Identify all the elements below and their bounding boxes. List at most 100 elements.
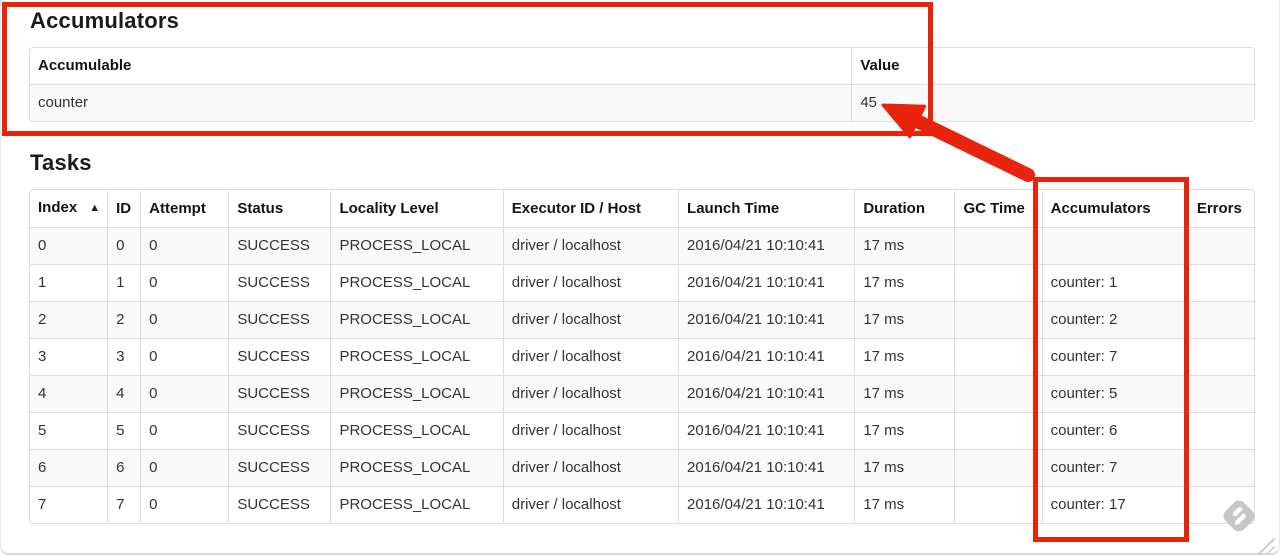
page-content: Accumulators Accumulable Value counter 4… xyxy=(29,0,1255,524)
id-cell: 4 xyxy=(107,375,141,412)
gc-time-cell xyxy=(954,228,1042,264)
accumulable-column-header[interactable]: Accumulable xyxy=(30,48,852,85)
task-row: 5 5 0 SUCCESS PROCESS_LOCAL driver / loc… xyxy=(30,412,1254,449)
status-column-header[interactable]: Status xyxy=(228,190,331,228)
executor-cell: driver / localhost xyxy=(502,228,679,264)
duration-cell: 17 ms xyxy=(854,264,955,301)
errors-cell xyxy=(1187,264,1254,301)
task-row: 1 1 0 SUCCESS PROCESS_LOCAL driver / loc… xyxy=(30,264,1254,301)
status-cell: SUCCESS xyxy=(228,412,331,449)
task-row: 7 7 0 SUCCESS PROCESS_LOCAL driver / loc… xyxy=(30,486,1254,523)
gc-time-cell xyxy=(954,486,1042,523)
launch-time-cell: 2016/04/21 10:10:41 xyxy=(678,338,855,375)
task-row: 2 2 0 SUCCESS PROCESS_LOCAL driver / loc… xyxy=(30,301,1254,338)
locality-cell: PROCESS_LOCAL xyxy=(330,264,503,301)
errors-cell xyxy=(1187,375,1254,412)
executor-cell: driver / localhost xyxy=(502,449,679,486)
accumulators-cell: counter: 17 xyxy=(1041,486,1188,523)
gc-time-cell xyxy=(954,449,1042,486)
task-row: 3 3 0 SUCCESS PROCESS_LOCAL driver / loc… xyxy=(30,338,1254,375)
gc-time-cell xyxy=(954,264,1042,301)
launch-time-column-header[interactable]: Launch Time xyxy=(678,190,855,228)
index-cell: 7 xyxy=(30,486,108,523)
sort-asc-icon: ▲ xyxy=(89,202,101,214)
id-column-header[interactable]: ID xyxy=(107,190,141,228)
status-cell: SUCCESS xyxy=(228,338,331,375)
attempt-cell: 0 xyxy=(140,412,229,449)
errors-column-header[interactable]: Errors xyxy=(1187,190,1254,228)
accumulators-table: Accumulable Value counter 45 xyxy=(29,47,1255,122)
index-column-label: Index xyxy=(38,199,78,216)
attempt-cell: 0 xyxy=(140,375,229,412)
index-cell: 5 xyxy=(30,412,108,449)
id-cell: 7 xyxy=(107,486,141,523)
index-cell: 1 xyxy=(30,264,108,301)
errors-cell xyxy=(1187,412,1254,449)
id-cell: 5 xyxy=(107,412,141,449)
locality-cell: PROCESS_LOCAL xyxy=(330,412,503,449)
duration-column-header[interactable]: Duration xyxy=(854,190,955,228)
id-cell: 2 xyxy=(107,301,141,338)
index-column-header[interactable]: Index ▲ xyxy=(30,190,108,228)
status-cell: SUCCESS xyxy=(228,301,331,338)
id-cell: 6 xyxy=(107,449,141,486)
errors-cell xyxy=(1187,486,1254,523)
tasks-heading: Tasks xyxy=(30,150,92,175)
attempt-cell: 0 xyxy=(140,486,229,523)
duration-cell: 17 ms xyxy=(854,338,955,375)
status-cell: SUCCESS xyxy=(228,264,331,301)
gc-time-cell xyxy=(954,412,1042,449)
index-cell: 0 xyxy=(30,228,108,264)
accumulators-cell: counter: 7 xyxy=(1041,338,1188,375)
executor-cell: driver / localhost xyxy=(502,338,679,375)
accumulators-cell: counter: 5 xyxy=(1041,375,1188,412)
gc-time-cell xyxy=(954,375,1042,412)
accumulators-header-row: Accumulable Value xyxy=(30,48,1254,85)
status-cell: SUCCESS xyxy=(228,375,331,412)
launch-time-cell: 2016/04/21 10:10:41 xyxy=(678,412,855,449)
id-cell: 3 xyxy=(107,338,141,375)
accumulable-value-cell: 45 xyxy=(851,85,1254,121)
status-cell: SUCCESS xyxy=(228,449,331,486)
locality-level-column-header[interactable]: Locality Level xyxy=(330,190,503,228)
accumulators-cell: counter: 6 xyxy=(1041,412,1188,449)
spark-stage-page: Accumulators Accumulable Value counter 4… xyxy=(0,0,1280,556)
task-row: 6 6 0 SUCCESS PROCESS_LOCAL driver / loc… xyxy=(30,449,1254,486)
index-cell: 2 xyxy=(30,301,108,338)
attempt-column-header[interactable]: Attempt xyxy=(140,190,229,228)
executor-cell: driver / localhost xyxy=(502,301,679,338)
executor-cell: driver / localhost xyxy=(502,264,679,301)
gc-time-column-header[interactable]: GC Time xyxy=(954,190,1042,228)
gc-time-cell xyxy=(954,301,1042,338)
duration-cell: 17 ms xyxy=(854,228,955,264)
accumulators-column-header[interactable]: Accumulators xyxy=(1041,190,1188,228)
locality-cell: PROCESS_LOCAL xyxy=(330,375,503,412)
accumulable-name-cell: counter xyxy=(30,85,852,121)
locality-cell: PROCESS_LOCAL xyxy=(330,449,503,486)
id-cell: 1 xyxy=(107,264,141,301)
attempt-cell: 0 xyxy=(140,338,229,375)
errors-cell xyxy=(1187,301,1254,338)
index-cell: 6 xyxy=(30,449,108,486)
launch-time-cell: 2016/04/21 10:10:41 xyxy=(678,228,855,264)
status-cell: SUCCESS xyxy=(228,228,331,264)
launch-time-cell: 2016/04/21 10:10:41 xyxy=(678,375,855,412)
accumulator-row: counter 45 xyxy=(30,85,1254,121)
executor-id-host-column-header[interactable]: Executor ID / Host xyxy=(502,190,679,228)
errors-cell xyxy=(1187,338,1254,375)
task-row: 0 0 0 SUCCESS PROCESS_LOCAL driver / loc… xyxy=(30,228,1254,264)
index-cell: 4 xyxy=(30,375,108,412)
accumulators-cell: counter: 1 xyxy=(1041,264,1188,301)
resize-grip-icon xyxy=(1258,538,1275,555)
gc-time-cell xyxy=(954,338,1042,375)
launch-time-cell: 2016/04/21 10:10:41 xyxy=(678,486,855,523)
launch-time-cell: 2016/04/21 10:10:41 xyxy=(678,449,855,486)
locality-cell: PROCESS_LOCAL xyxy=(330,486,503,523)
duration-cell: 17 ms xyxy=(854,375,955,412)
attempt-cell: 0 xyxy=(140,264,229,301)
executor-cell: driver / localhost xyxy=(502,486,679,523)
accumulators-cell: counter: 7 xyxy=(1041,449,1188,486)
value-column-header[interactable]: Value xyxy=(851,48,1254,85)
tasks-header-row: Index ▲ ID Attempt Status Locality Level … xyxy=(30,190,1254,228)
duration-cell: 17 ms xyxy=(854,449,955,486)
